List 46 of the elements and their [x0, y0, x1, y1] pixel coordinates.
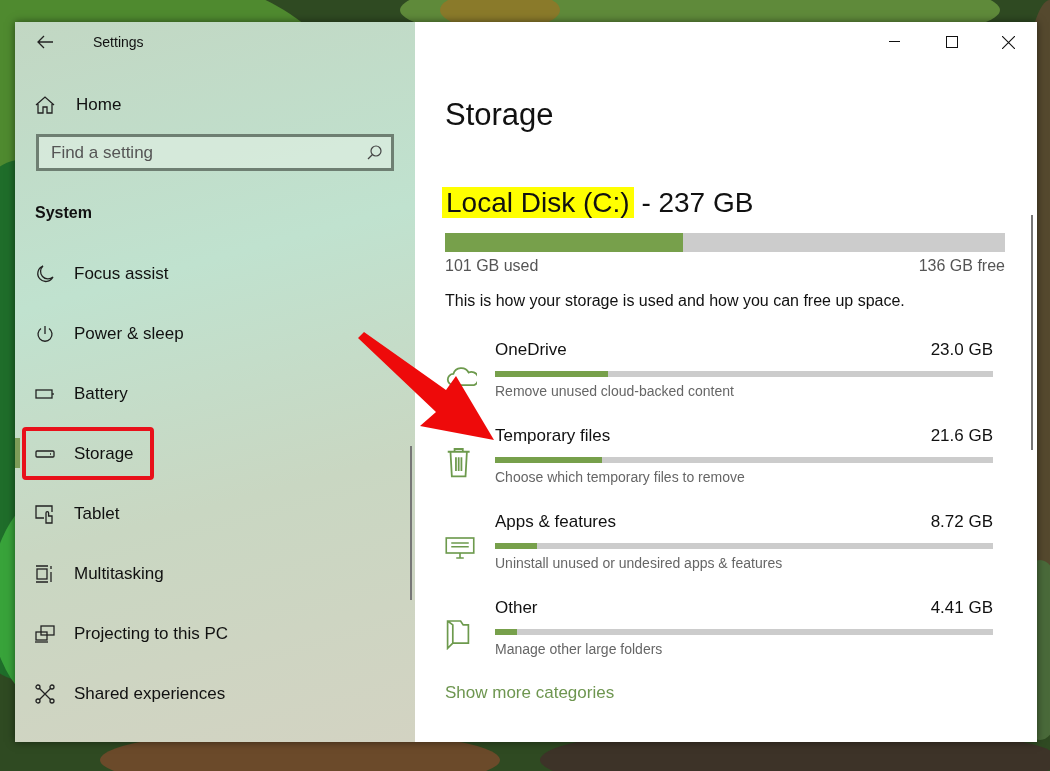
- keyboard-monitor-icon: [445, 536, 475, 560]
- category-size: 8.72 GB: [930, 512, 993, 533]
- home-item[interactable]: Home: [35, 93, 415, 117]
- category-description: Uninstall unused or undesired apps & features: [495, 555, 784, 571]
- sidebar-item[interactable]: Power & sleep: [15, 304, 204, 364]
- search-icon: [367, 145, 382, 160]
- free-label: 136 GB free: [918, 257, 1005, 275]
- category-name[interactable]: Apps & features: [495, 512, 616, 534]
- minimize-icon: [889, 41, 900, 43]
- multitasking-icon: [35, 564, 55, 584]
- sidebar-item[interactable]: Shared experiences: [15, 664, 246, 724]
- category-description: Manage other large folders: [495, 641, 664, 657]
- category-description: Choose which temporary files to remove: [495, 469, 746, 485]
- sidebar-item[interactable]: Storage: [15, 424, 154, 484]
- sidebar-item[interactable]: Battery: [15, 364, 148, 424]
- drive-heading: Local Disk (C:) - 237 GB: [442, 187, 1005, 223]
- maximize-icon: [945, 36, 958, 48]
- scrollbar[interactable]: [410, 446, 412, 600]
- projecting-icon: [35, 624, 55, 644]
- sidebar-item[interactable]: Tablet: [15, 484, 140, 544]
- moon-icon: [35, 264, 55, 284]
- category-size: 4.41 GB: [930, 598, 993, 619]
- sidebar-item[interactable]: Multitasking: [15, 544, 184, 604]
- sidebar-item[interactable]: Focus assist: [15, 244, 189, 304]
- category-size: 23.0 GB: [930, 340, 993, 361]
- folder-icon: [445, 618, 471, 650]
- section-heading: System: [35, 204, 93, 223]
- trash-icon: [445, 446, 471, 478]
- power-icon: [35, 324, 55, 344]
- scrollbar[interactable]: [1031, 215, 1033, 450]
- tablet-touch-icon: [35, 504, 55, 524]
- category-name[interactable]: OneDrive: [495, 340, 567, 362]
- shared-icon: [35, 684, 55, 704]
- category-size: 21.6 GB: [930, 426, 993, 447]
- category-name[interactable]: Other: [495, 598, 538, 620]
- close-icon: [1002, 35, 1015, 49]
- category-name[interactable]: Temporary files: [495, 426, 611, 448]
- sidebar-item[interactable]: Projecting to this PC: [15, 604, 248, 664]
- back-button[interactable]: [37, 35, 53, 49]
- used-label: 101 GB used: [445, 257, 539, 275]
- home-icon: [35, 95, 55, 115]
- category-description: Remove unused cloud-backed content: [495, 383, 735, 399]
- page-title: Storage: [445, 97, 555, 134]
- intro-text: This is how your storage is used and how you can free up space.: [445, 292, 906, 310]
- window-title: Settings: [93, 34, 144, 50]
- search-field[interactable]: Find a setting: [36, 134, 394, 171]
